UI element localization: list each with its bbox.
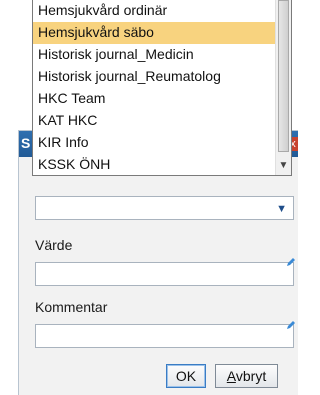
ok-button[interactable]: OK [166, 364, 206, 388]
pen-icon [287, 258, 295, 266]
comment-label: Kommentar [35, 299, 108, 315]
dropdown-item[interactable]: Hemsjukvård ordinär [33, 0, 275, 22]
dropdown-item[interactable]: Historisk journal_Reumatolog [33, 66, 275, 88]
scroll-down-icon[interactable]: ▼ [276, 157, 291, 175]
cancel-label: vbryt [235, 368, 267, 384]
comment-input[interactable] [35, 324, 294, 348]
dropdown-item[interactable]: KAT HKC [33, 110, 275, 132]
dialog-title: S [21, 135, 31, 151]
cancel-mnemonic: A [226, 368, 236, 384]
dropdown-item[interactable]: KSSK ÖNH [33, 154, 275, 175]
dropdown-items: Hemsjukvård ordinär Hemsjukvård säbo Histo… [33, 0, 275, 175]
dropdown-item[interactable]: KIR Info [33, 132, 275, 154]
value-label: Värde [35, 237, 73, 253]
pen-icon [287, 321, 295, 329]
dropdown-item[interactable]: Historisk journal_Medicin [33, 44, 275, 66]
dropdown-list[interactable]: Hemsjukvård ordinär Hemsjukvård säbo Histo… [32, 0, 292, 176]
scrollbar[interactable]: ▼ [275, 0, 291, 175]
dropdown-item[interactable]: Hemsjukvård säbo [33, 22, 275, 44]
category-select[interactable]: ▼ [35, 196, 294, 220]
dropdown-item[interactable]: HKC Team [33, 88, 275, 110]
value-input[interactable] [35, 262, 294, 286]
scroll-thumb[interactable] [278, 0, 289, 152]
cancel-button[interactable]: Avbryt [215, 364, 278, 388]
chevron-down-icon[interactable]: ▼ [276, 203, 287, 215]
